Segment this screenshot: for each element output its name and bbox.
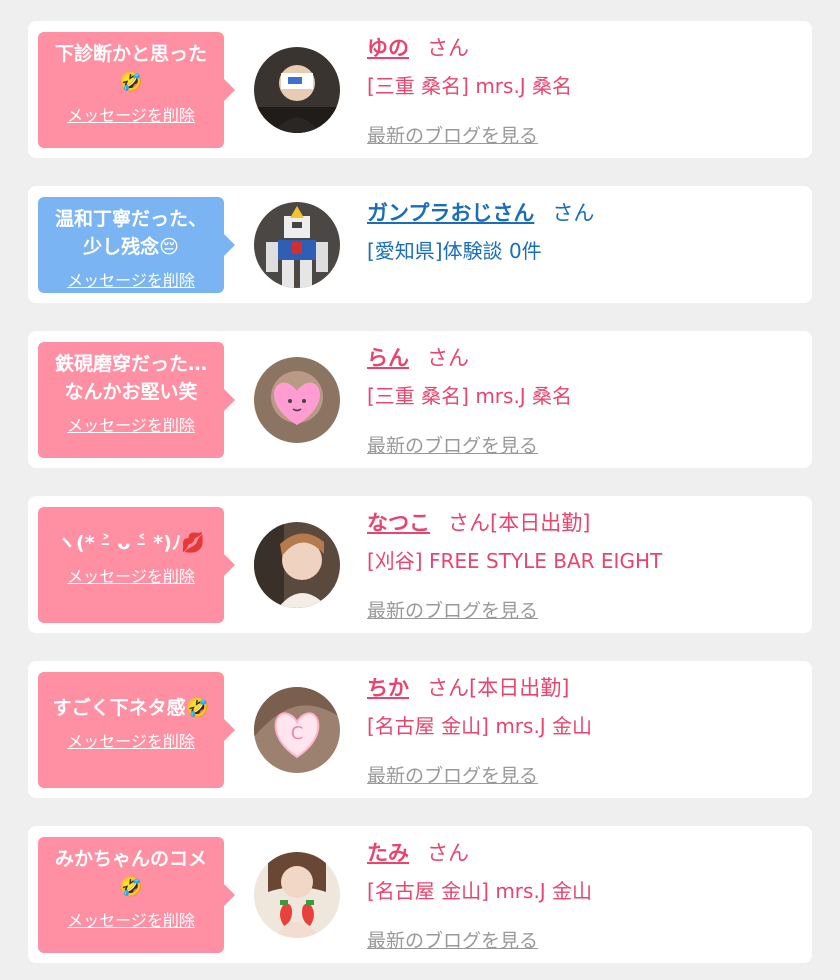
avatar-man-with-card-icon[interactable] xyxy=(254,47,340,133)
cast-name-link[interactable]: なつこ xyxy=(367,511,430,535)
name-row: ガンプラおじさん さん xyxy=(367,198,800,228)
comment-text: すごく下ネタ感🤣 xyxy=(52,697,210,719)
name-suffix: さん xyxy=(427,841,469,865)
comment-text: 温和丁寧だった、 少し残念😔 xyxy=(54,208,207,258)
view-latest-blog-link[interactable]: 最新のブログを見る xyxy=(367,121,538,148)
entry-info: なつこ さん[本日出勤] [刈谷] FREE STYLE BAR EIGHT 最新… xyxy=(367,508,800,623)
comment-bubble: ヽ(* ˃̵ ᴗ ˂̵ *)ﾉ💋 メッセージを削除 xyxy=(38,507,235,623)
name-row: らん さん xyxy=(367,343,800,373)
comment-text: ヽ(* ˃̵ ᴗ ˂̵ *)ﾉ💋 xyxy=(57,532,205,554)
cast-name-link[interactable]: らん xyxy=(367,346,409,370)
comment-bubble: みかちゃんのコメ 🤣 メッセージを削除 xyxy=(38,837,235,953)
cast-name-link[interactable]: ガンプラおじさん xyxy=(367,201,534,225)
comment-text: みかちゃんのコメ 🤣 xyxy=(54,848,207,898)
view-latest-blog-link[interactable]: 最新のブログを見る xyxy=(367,926,538,953)
delete-message-link[interactable]: メッセージを削除 xyxy=(38,907,224,931)
name-row: たみ さん xyxy=(367,838,800,868)
avatar-robot-model-icon[interactable] xyxy=(254,202,340,288)
shop-label: [三重 桑名] mrs.J 桑名 xyxy=(367,74,573,98)
avatar-c-heart-icon[interactable]: C xyxy=(254,687,340,773)
message-list: 下診断かと思った 🤣 メッセージを削除 ゆの さん [三重 桑名] mrs.J 桑… xyxy=(0,0,840,980)
shop-label: [愛知県]体験談 0件 xyxy=(367,239,542,263)
name-suffix: さん xyxy=(427,346,469,370)
view-latest-blog-link[interactable]: 最新のブログを見る xyxy=(367,431,538,458)
name-row: なつこ さん[本日出勤] xyxy=(367,508,800,538)
name-suffix: さん[本日出勤] xyxy=(427,676,570,700)
message-card: 温和丁寧だった、 少し残念😔 メッセージを削除 ガンプラおじさん さん [愛知県]… xyxy=(28,186,812,303)
delete-message-link[interactable]: メッセージを削除 xyxy=(38,412,224,436)
comment-text: 下診断かと思った 🤣 xyxy=(54,43,207,93)
message-card: 鉄硯磨穿だった… なんかお堅い笑 メッセージを削除 らん さん [三重 桑名] m… xyxy=(28,331,812,468)
name-row: ゆの さん xyxy=(367,33,800,63)
avatar-strawberry-icon[interactable] xyxy=(254,852,340,938)
delete-message-link[interactable]: メッセージを削除 xyxy=(38,728,224,752)
entry-info: ゆの さん [三重 桑名] mrs.J 桑名 最新のブログを見る xyxy=(367,33,800,148)
comment-bubble: 温和丁寧だった、 少し残念😔 メッセージを削除 xyxy=(38,197,235,293)
avatar-woman-photo-icon[interactable] xyxy=(254,522,340,608)
message-card: みかちゃんのコメ 🤣 メッセージを削除 たみ さん [名古屋 金山] mrs.J … xyxy=(28,826,812,963)
avatar-heart-face-icon[interactable] xyxy=(254,357,340,443)
comment-bubble: 鉄硯磨穿だった… なんかお堅い笑 メッセージを削除 xyxy=(38,342,235,458)
cast-name-link[interactable]: ちか xyxy=(367,676,409,700)
name-suffix: さん xyxy=(552,201,595,225)
entry-info: らん さん [三重 桑名] mrs.J 桑名 最新のブログを見る xyxy=(367,343,800,458)
entry-info: ガンプラおじさん さん [愛知県]体験談 0件 xyxy=(367,198,800,266)
shop-label: [名古屋 金山] mrs.J 金山 xyxy=(367,714,593,738)
cast-name-link[interactable]: たみ xyxy=(367,841,409,865)
svg-text:C: C xyxy=(291,723,304,744)
message-card: すごく下ネタ感🤣 メッセージを削除 C ちか さん[本日出勤] [名古屋 金山] … xyxy=(28,661,812,798)
name-row: ちか さん[本日出勤] xyxy=(367,673,800,703)
entry-info: ちか さん[本日出勤] [名古屋 金山] mrs.J 金山 最新のブログを見る xyxy=(367,673,800,788)
comment-bubble: すごく下ネタ感🤣 メッセージを削除 xyxy=(38,672,235,788)
cast-name-link[interactable]: ゆの xyxy=(367,36,409,60)
entry-info: たみ さん [名古屋 金山] mrs.J 金山 最新のブログを見る xyxy=(367,838,800,953)
shop-label: [刈谷] FREE STYLE BAR EIGHT xyxy=(367,549,663,573)
delete-message-link[interactable]: メッセージを削除 xyxy=(38,102,224,126)
shop-label: [三重 桑名] mrs.J 桑名 xyxy=(367,384,573,408)
delete-message-link[interactable]: メッセージを削除 xyxy=(38,563,224,587)
name-suffix: さん xyxy=(427,36,469,60)
message-card: ヽ(* ˃̵ ᴗ ˂̵ *)ﾉ💋 メッセージを削除 なつこ さん[本日出勤] [刈… xyxy=(28,496,812,633)
name-suffix: さん[本日出勤] xyxy=(448,511,591,535)
view-latest-blog-link[interactable]: 最新のブログを見る xyxy=(367,761,538,788)
shop-label: [名古屋 金山] mrs.J 金山 xyxy=(367,879,593,903)
message-card: 下診断かと思った 🤣 メッセージを削除 ゆの さん [三重 桑名] mrs.J 桑… xyxy=(28,21,812,158)
comment-bubble: 下診断かと思った 🤣 メッセージを削除 xyxy=(38,32,235,148)
view-latest-blog-link[interactable]: 最新のブログを見る xyxy=(367,596,538,623)
delete-message-link[interactable]: メッセージを削除 xyxy=(38,267,224,291)
comment-text: 鉄硯磨穿だった… なんかお堅い笑 xyxy=(54,353,207,403)
